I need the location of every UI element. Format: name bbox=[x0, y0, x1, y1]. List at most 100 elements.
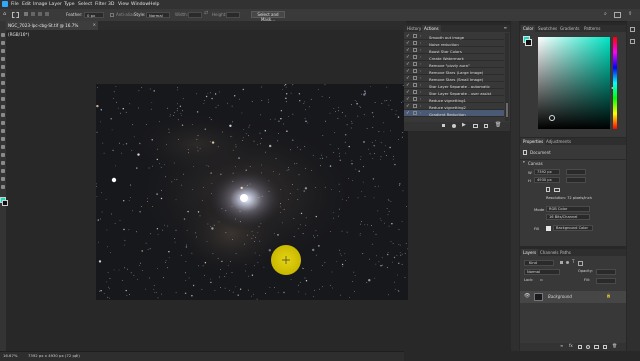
mask-icon[interactable] bbox=[578, 345, 582, 349]
trash-icon[interactable]: 🗑 bbox=[495, 123, 501, 128]
action-item-selected[interactable]: ✓ › Gradient Reduction bbox=[404, 110, 504, 117]
tab-actions[interactable]: Actions bbox=[422, 25, 441, 32]
actions-scrollbar[interactable] bbox=[505, 33, 509, 121]
document-canvas[interactable] bbox=[96, 84, 408, 300]
tab-properties[interactable]: Properties bbox=[521, 138, 546, 145]
fill-input[interactable] bbox=[596, 278, 616, 284]
lock-icon[interactable]: ▫ bbox=[540, 278, 543, 282]
action-item[interactable]: ✓ › Boost Star Colors bbox=[404, 47, 504, 54]
action-item[interactable]: ✓ › Reduce vignetting1 bbox=[404, 96, 504, 103]
action-item[interactable]: ✓ › Smooth out image bbox=[404, 33, 504, 40]
canvas-y-input[interactable] bbox=[566, 177, 586, 183]
status-menu-arrow-icon[interactable]: › bbox=[76, 353, 77, 358]
filter-shape-icon[interactable] bbox=[578, 261, 583, 266]
menu-help[interactable]: Help bbox=[149, 2, 159, 7]
fill-select[interactable]: Background Color bbox=[553, 225, 593, 231]
tab-paths[interactable]: Paths bbox=[558, 249, 573, 256]
action-item[interactable]: ✓ › Star Layer Separate - automatic bbox=[404, 82, 504, 89]
learn-icon[interactable] bbox=[630, 27, 635, 32]
antialias-checkbox[interactable] bbox=[110, 13, 114, 17]
new-action-icon[interactable] bbox=[484, 124, 488, 128]
share-icon[interactable]: ⇪ bbox=[628, 12, 632, 17]
document-tab[interactable]: NGC_7023-lpc-cbg-St.tif @ 16.7% (RGB/16*… bbox=[6, 21, 98, 37]
dialog-toggle-icon[interactable] bbox=[413, 55, 417, 59]
action-item[interactable]: ✓ › Remove Stars (Large Image) bbox=[404, 68, 504, 75]
filter-adjustment-icon[interactable] bbox=[566, 261, 569, 264]
fill-color-swatch[interactable] bbox=[546, 226, 551, 231]
expand-arrow-icon[interactable]: › bbox=[420, 48, 421, 52]
menu-edit[interactable]: Edit bbox=[22, 2, 31, 7]
hue-slider[interactable] bbox=[613, 37, 617, 129]
lasso-tool-icon[interactable] bbox=[1, 49, 5, 53]
color-picker-ring[interactable] bbox=[549, 115, 555, 121]
marquee-tool-icon[interactable] bbox=[12, 12, 19, 18]
expand-arrow-icon[interactable]: › bbox=[420, 41, 421, 45]
opacity-input[interactable] bbox=[596, 269, 616, 275]
dialog-toggle-icon[interactable] bbox=[413, 111, 417, 115]
check-icon[interactable]: ✓ bbox=[406, 62, 410, 67]
dialog-toggle-icon[interactable] bbox=[413, 41, 417, 45]
path-select-tool-icon[interactable] bbox=[1, 161, 5, 165]
expand-arrow-icon[interactable]: › bbox=[420, 55, 421, 59]
eraser-tool-icon[interactable] bbox=[1, 113, 5, 117]
bit-depth-select[interactable]: 16 Bits/Channel bbox=[546, 214, 590, 220]
zoom-tool-icon[interactable] bbox=[1, 185, 5, 189]
menu-type[interactable]: Type bbox=[64, 2, 75, 7]
canvas-x-input[interactable] bbox=[566, 169, 586, 175]
hand-tool-icon[interactable] bbox=[1, 177, 5, 181]
gradient-tool-icon[interactable] bbox=[1, 121, 5, 125]
expand-arrow-icon[interactable]: › bbox=[420, 104, 421, 108]
check-icon[interactable]: ✓ bbox=[406, 90, 410, 95]
history-brush-tool-icon[interactable] bbox=[1, 105, 5, 109]
tab-color[interactable]: Color bbox=[521, 25, 536, 32]
move-tool-icon[interactable] bbox=[1, 33, 5, 37]
play-icon[interactable]: ▶ bbox=[462, 123, 466, 128]
feather-input[interactable]: 0 px bbox=[84, 12, 104, 18]
pen-tool-icon[interactable] bbox=[1, 145, 5, 149]
fx-icon[interactable]: fx bbox=[569, 344, 573, 348]
quick-select-tool-icon[interactable] bbox=[1, 57, 5, 61]
expand-arrow-icon[interactable]: › bbox=[420, 83, 421, 87]
expand-arrow-icon[interactable]: › bbox=[420, 111, 421, 115]
dialog-toggle-icon[interactable] bbox=[413, 34, 417, 38]
menu-file[interactable]: File bbox=[11, 2, 19, 7]
tab-patterns[interactable]: Patterns bbox=[582, 25, 602, 32]
check-icon[interactable]: ✓ bbox=[406, 69, 410, 74]
orientation-portrait-icon[interactable] bbox=[546, 187, 550, 192]
type-tool-icon[interactable] bbox=[1, 153, 5, 157]
shape-tool-icon[interactable] bbox=[1, 169, 5, 173]
expand-arrow-icon[interactable]: › bbox=[420, 34, 421, 38]
menu-3d[interactable]: 3D bbox=[108, 2, 114, 7]
visibility-eye-icon[interactable]: 👁 bbox=[524, 294, 530, 299]
new-layer-icon[interactable] bbox=[603, 345, 607, 349]
delete-layer-icon[interactable]: 🗑 bbox=[612, 344, 617, 348]
menu-view[interactable]: View bbox=[118, 2, 129, 7]
tab-swatches[interactable]: Swatches bbox=[536, 25, 559, 32]
canvas-width-input[interactable]: 7392 px bbox=[534, 169, 560, 175]
dodge-tool-icon[interactable] bbox=[1, 137, 5, 141]
select-and-mask-button[interactable]: Select and Mask... bbox=[251, 11, 285, 22]
adjustment-layer-icon[interactable] bbox=[586, 345, 590, 349]
action-item[interactable]: ✓ › Reduce vignetting2 bbox=[404, 103, 504, 110]
dialog-toggle-icon[interactable] bbox=[413, 97, 417, 101]
dialog-toggle-icon[interactable] bbox=[413, 69, 417, 73]
tab-history[interactable]: History bbox=[405, 25, 423, 32]
check-icon[interactable]: ✓ bbox=[406, 34, 410, 39]
blend-mode-select[interactable]: Normal bbox=[524, 269, 560, 275]
folder-icon[interactable] bbox=[473, 124, 478, 128]
menu-image[interactable]: Image bbox=[33, 2, 47, 7]
action-item[interactable]: ✓ › Remove Stars (Small Image) bbox=[404, 75, 504, 82]
check-icon[interactable]: ✓ bbox=[406, 55, 410, 60]
zoom-level[interactable]: 16.67% bbox=[3, 354, 17, 358]
blur-tool-icon[interactable] bbox=[1, 129, 5, 133]
subtract-selection-icon[interactable] bbox=[38, 12, 42, 16]
check-icon[interactable]: ✓ bbox=[406, 41, 410, 46]
healing-tool-icon[interactable] bbox=[1, 81, 5, 85]
workspace-icon[interactable] bbox=[614, 12, 621, 18]
action-item[interactable]: ✓ › Remove "pizzly aura" bbox=[404, 61, 504, 68]
orientation-landscape-icon[interactable] bbox=[554, 188, 560, 192]
background-color-swatch[interactable] bbox=[2, 200, 8, 206]
expand-arrow-icon[interactable]: › bbox=[420, 62, 421, 66]
background-color-chip[interactable] bbox=[525, 39, 532, 46]
expand-arrow-icon[interactable]: › bbox=[420, 69, 421, 73]
